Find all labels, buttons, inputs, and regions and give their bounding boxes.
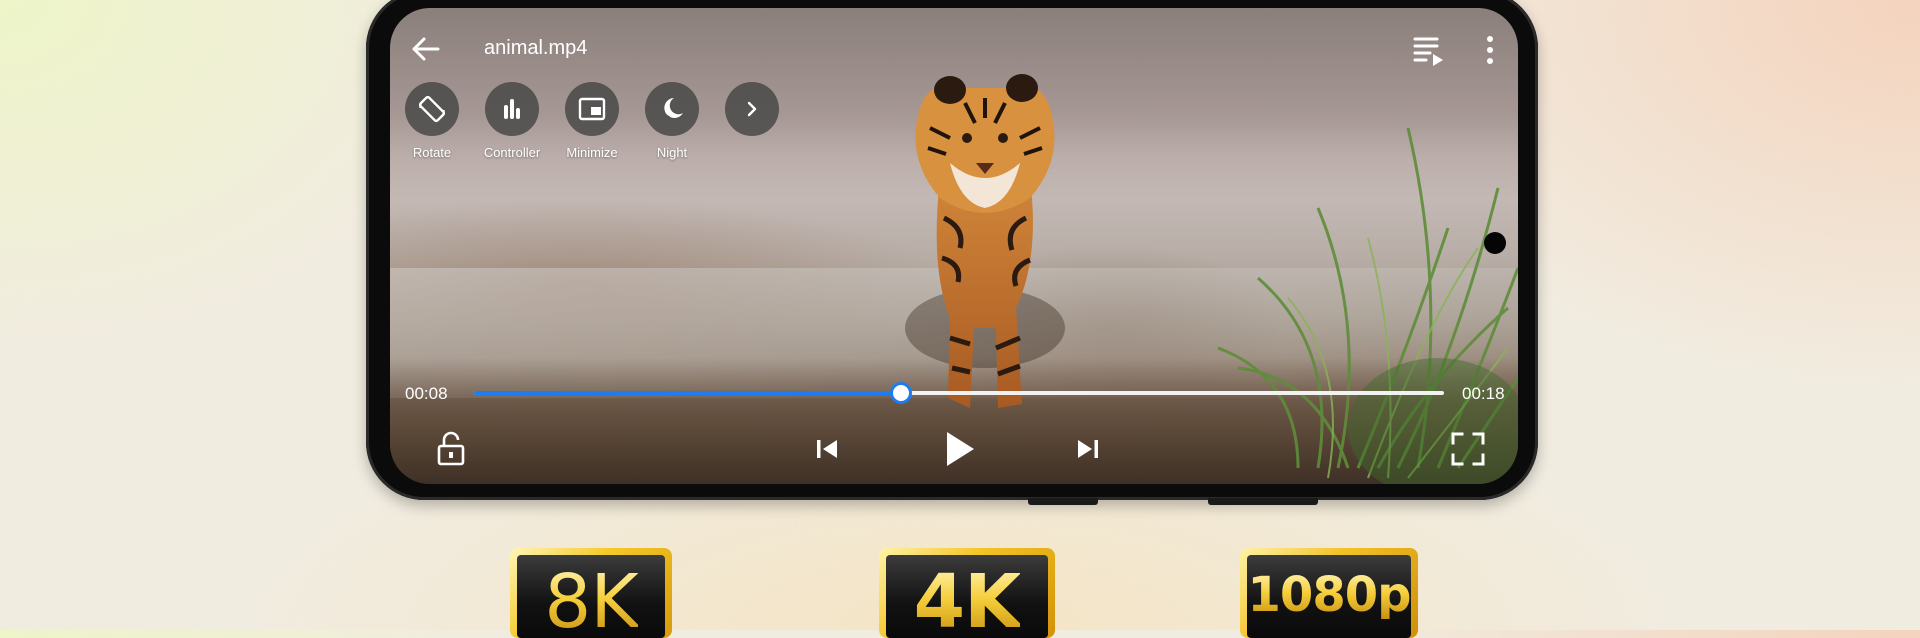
front-camera [1484, 232, 1506, 254]
controller-label: Controller [483, 145, 541, 160]
lock-icon[interactable] [436, 430, 466, 466]
seek-bar-thumb[interactable] [889, 382, 912, 404]
chevron-right-icon [747, 101, 757, 117]
seek-bar[interactable] [474, 382, 1444, 404]
phone-power-button [1208, 498, 1318, 505]
minimize-label: Minimize [566, 145, 618, 160]
fullscreen-icon[interactable] [1450, 431, 1486, 467]
controller-button[interactable]: Controller [467, 82, 557, 160]
current-time: 00:08 [405, 384, 448, 403]
night-button[interactable]: Night [627, 82, 717, 160]
picture-in-picture-icon [578, 97, 606, 121]
rotate-label: Rotate [412, 145, 452, 160]
badge-4k: 4K [879, 548, 1055, 638]
badge-8k-text: 8K [544, 559, 639, 638]
night-label: Night [656, 145, 688, 160]
video-frame[interactable] [390, 8, 1518, 484]
video-title: animal.mp4 [484, 37, 588, 59]
minimize-button[interactable]: Minimize [547, 82, 637, 160]
total-time: 00:18 [1462, 384, 1505, 403]
seek-bar-progress [474, 391, 901, 395]
night-mode-icon [659, 98, 683, 122]
badge-1080p: 1080p [1240, 548, 1418, 638]
play-icon[interactable] [943, 429, 977, 469]
rotate-icon [418, 95, 446, 123]
rotate-button[interactable]: Rotate [387, 82, 477, 160]
badge-1080p-text: 1080p [1247, 567, 1412, 623]
more-vertical-icon[interactable] [1480, 34, 1500, 66]
playlist-icon[interactable] [1412, 34, 1446, 66]
skip-next-icon[interactable] [1076, 438, 1100, 460]
tiger-image [905, 74, 1065, 408]
more-actions-button[interactable] [707, 82, 797, 136]
phone-volume-button [1028, 498, 1098, 505]
badge-4k-text: 4K [913, 559, 1022, 638]
grass-foliage [1217, 127, 1518, 484]
skip-previous-icon[interactable] [815, 438, 839, 460]
badge-8k: 8K [510, 548, 672, 638]
equalizer-icon [504, 99, 520, 119]
back-arrow-icon[interactable] [408, 32, 442, 66]
